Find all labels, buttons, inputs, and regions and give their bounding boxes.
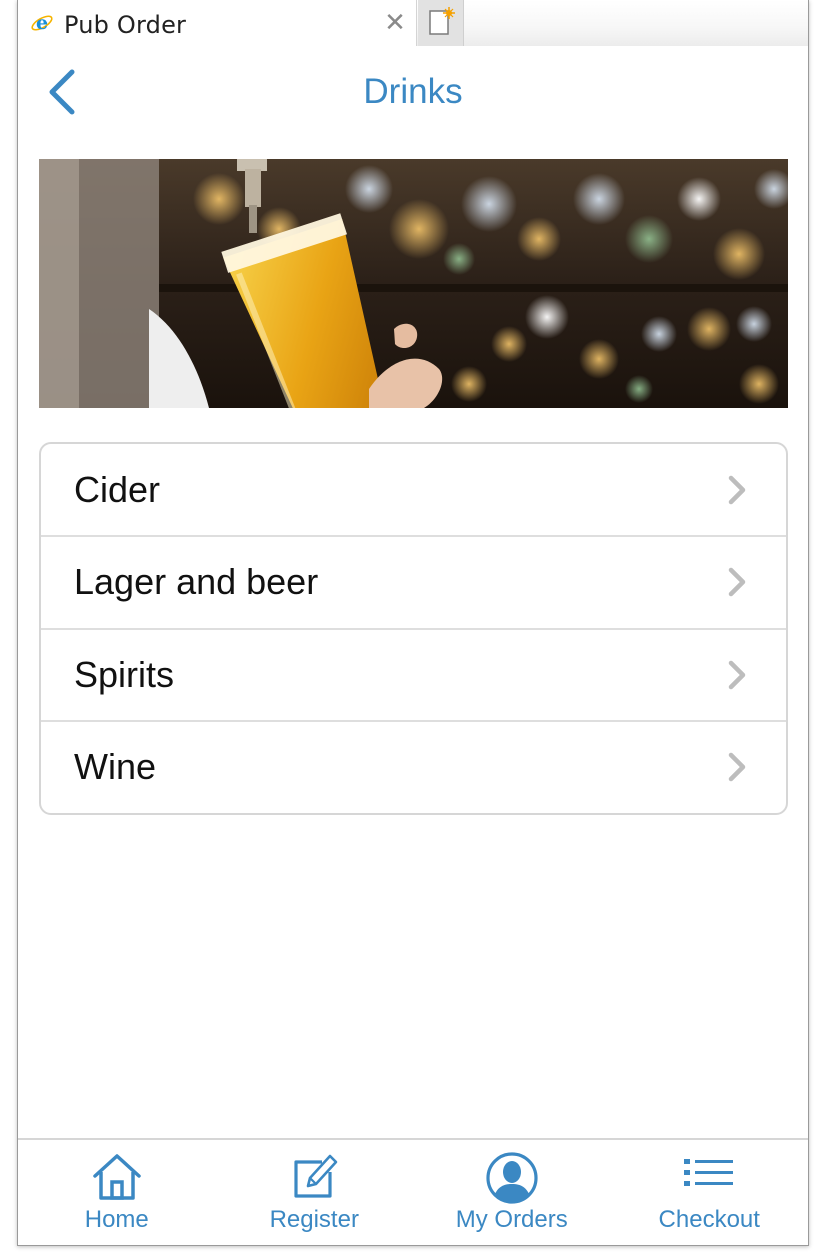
tab-close-icon[interactable]: ✕ [382,10,408,36]
beer-pour-photo [39,159,788,408]
list-item-cider[interactable]: Cider [41,444,786,535]
nav-item-my-orders[interactable]: My Orders [413,1140,611,1245]
nav-item-home[interactable]: Home [18,1140,216,1245]
nav-label: My Orders [455,1206,568,1233]
tab-strip: e Pub Order ✕ [18,0,808,46]
list-item-lager-and-beer[interactable]: Lager and beer [41,535,786,628]
list-icon [684,1159,734,1186]
list-item-wine[interactable]: Wine [41,720,786,813]
new-tab-button[interactable] [418,0,464,46]
home-icon [93,1154,141,1200]
bottom-nav: Home Register My Orders Checkout [18,1138,808,1245]
chevron-right-icon [728,753,746,782]
app-header: Drinks [18,46,808,140]
list-item-label: Lager and beer [74,561,319,603]
list-item-label: Spirits [74,653,175,695]
nav-label: Checkout [658,1206,760,1233]
chevron-right-icon [728,475,746,504]
tab-title: Pub Order [64,11,187,39]
nav-label: Register [269,1206,359,1233]
chevron-right-icon [728,660,746,689]
edit-icon [294,1154,338,1198]
nav-label: Home [84,1206,149,1233]
nav-item-register[interactable]: Register [216,1140,414,1245]
page-title: Drinks [363,72,463,111]
list-item-spirits[interactable]: Spirits [41,627,786,721]
svg-text:e: e [36,12,48,34]
new-tab-icon [429,7,455,35]
browser-window: e Pub Order ✕ Drinks Cider Lager and bee… [17,0,809,1246]
user-icon [486,1152,538,1204]
browser-tab[interactable]: e Pub Order ✕ [18,0,417,46]
list-item-label: Cider [74,468,161,510]
ie-icon: e [31,12,53,34]
hero-image [39,159,788,408]
nav-item-checkout[interactable]: Checkout [611,1140,809,1245]
list-item-label: Wine [74,746,157,788]
category-list: Cider Lager and beer Spirits Wine [39,442,788,815]
chevron-right-icon [728,568,746,597]
